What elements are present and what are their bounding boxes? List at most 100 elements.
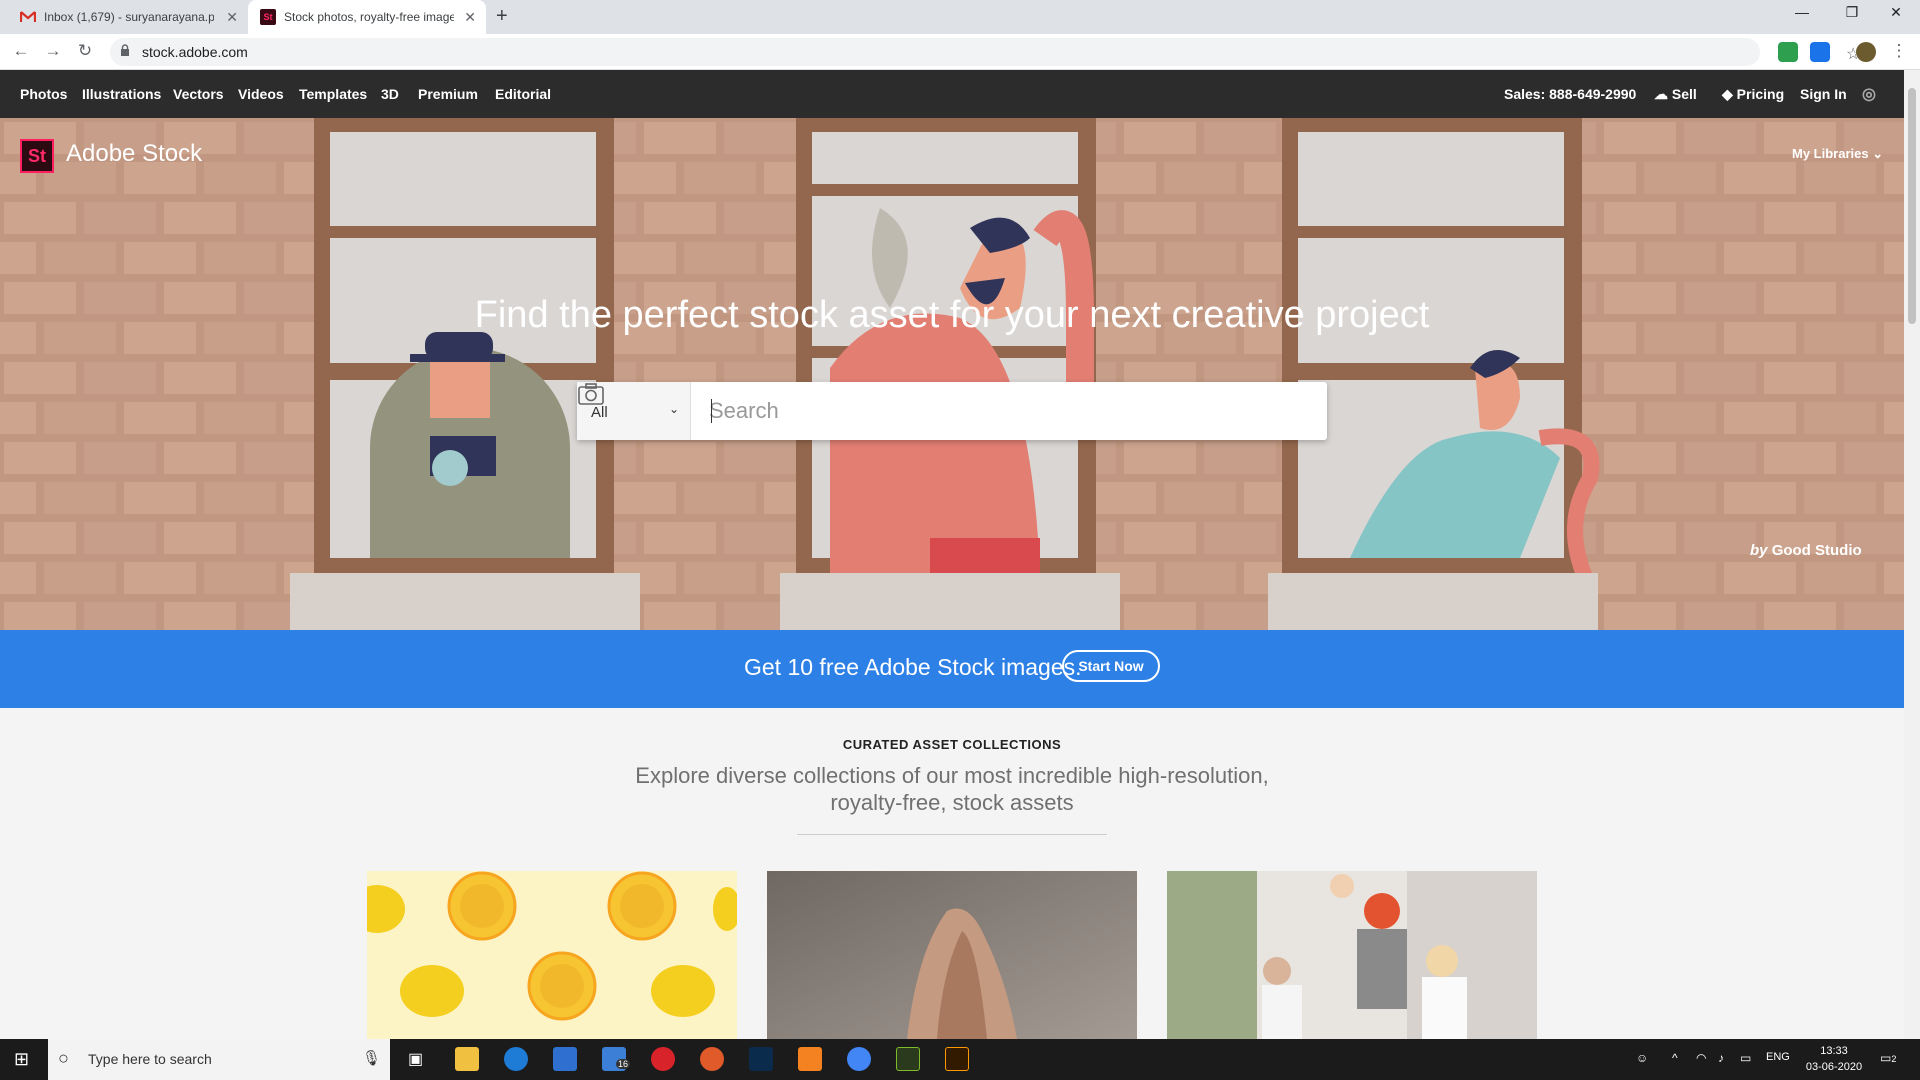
extension-new-icon[interactable] [1810,42,1830,62]
credit-by: by [1750,542,1768,559]
promo-banner: Get 10 free Adobe Stock images. Start No… [0,630,1904,708]
mail-icon[interactable]: 16 [602,1047,631,1071]
cortana-circle-icon: ○ [58,1048,69,1068]
creative-cloud-icon[interactable]: ◎ [1862,84,1876,104]
divider [797,834,1107,835]
sign-in-link[interactable]: Sign In [1800,86,1847,102]
sell-link[interactable]: ☁ Sell [1654,86,1697,103]
adobe-stock-icon: St [260,9,276,25]
nav-photos[interactable]: Photos [20,86,67,102]
close-window-icon[interactable]: ✕ [1876,4,1916,21]
opera-icon[interactable] [651,1047,675,1071]
dreamweaver-icon[interactable] [896,1047,920,1071]
family-image [1167,871,1537,1039]
taskbar-search-placeholder: Type here to search [88,1051,212,1067]
sell-label: Sell [1671,86,1697,102]
tag-icon: ◆ [1722,86,1733,102]
new-tab-icon[interactable]: + [496,5,508,28]
forward-icon[interactable]: → [42,41,64,61]
nav-vectors[interactable]: Vectors [173,86,224,102]
browser-tab-strip: Inbox (1,679) - suryanarayana.p ✕ St Sto… [0,0,1920,34]
pricing-link[interactable]: ◆ Pricing [1722,86,1784,103]
sales-phone: Sales: 888-649-2990 [1504,86,1637,102]
people-icon[interactable]: ☺ [1636,1051,1648,1065]
app-icon[interactable] [700,1047,724,1071]
windows-start-icon[interactable]: ⊞ [14,1049,29,1070]
battery-icon[interactable]: ▭ [1740,1051,1751,1065]
microphone-icon[interactable]: 🎙 [362,1049,381,1067]
edge-icon[interactable] [504,1047,528,1071]
windows-taskbar: ⊞ ○ Type here to search 🎙 ▣ 16 ☺ ^ ◠ ♪ ▭… [0,1039,1920,1080]
nav-editorial[interactable]: Editorial [495,86,551,102]
profile-avatar[interactable] [1856,42,1876,62]
taskbar-search[interactable]: ○ Type here to search 🎙 [48,1039,390,1080]
task-view-icon[interactable]: ▣ [408,1049,423,1069]
collections-eyebrow: CURATED ASSET COLLECTIONS [842,737,1062,752]
mail-badge: 16 [616,1059,631,1069]
show-hidden-icons-icon[interactable]: ^ [1672,1051,1678,1065]
my-libraries-label: My Libraries [1792,146,1869,161]
camera-icon[interactable] [577,382,605,406]
vlc-icon[interactable] [798,1047,822,1071]
extension-shield-icon[interactable] [1778,42,1798,62]
nav-videos[interactable]: Videos [238,86,284,102]
wifi-icon[interactable]: ◠ [1696,1051,1706,1065]
tab-gmail-inbox[interactable]: Inbox (1,679) - suryanarayana.p ✕ [8,0,248,34]
language-indicator[interactable]: ENG [1766,1051,1790,1063]
hero-illustration [0,118,1904,630]
nav-illustrations[interactable]: Illustrations [82,86,161,102]
tab-adobe-stock[interactable]: St Stock photos, royalty-free image ✕ [248,0,486,34]
reload-icon[interactable]: ↻ [74,41,96,61]
collection-card-hands[interactable] [767,871,1137,1039]
clock-date: 03-06-2020 [1805,1061,1863,1073]
start-now-button[interactable]: Start Now [1062,650,1160,682]
address-bar[interactable]: stock.adobe.com ☆ [110,38,1860,66]
my-libraries-menu[interactable]: My Libraries ⌄ [1792,146,1883,162]
back-icon[interactable]: ← [10,41,32,61]
search-category-value: All [591,404,608,421]
scrollbar-thumb[interactable] [1908,88,1916,324]
volume-icon[interactable]: ♪ [1718,1051,1724,1065]
credit-name: Good Studio [1771,542,1862,559]
collection-card-family[interactable] [1167,871,1537,1039]
photoshop-icon[interactable] [749,1047,773,1071]
page-scrollbar[interactable] [1904,70,1920,1039]
browser-toolbar: ← → ↻ stock.adobe.com ☆ ⋮ [0,34,1920,70]
tab-title: Stock photos, royalty-free image [284,10,454,24]
notification-count: 2 [1891,1054,1897,1064]
tab-close-icon[interactable]: ✕ [226,9,238,26]
text-caret [711,399,712,423]
gmail-icon [20,9,36,25]
search-bar: All ⌄ [577,382,1327,440]
tab-close-icon[interactable]: ✕ [464,9,476,26]
illustrator-icon[interactable] [945,1047,969,1071]
nav-templates[interactable]: Templates [299,86,367,102]
search-input[interactable] [693,382,1253,440]
illustration-credit[interactable]: by Good Studio [1750,542,1862,559]
lemons-image [367,871,737,1039]
minimize-icon[interactable]: — [1782,4,1822,20]
upload-cloud-icon: ☁ [1654,86,1668,102]
nav-premium[interactable]: Premium [418,86,478,102]
tab-title: Inbox (1,679) - suryanarayana.p [44,10,214,24]
file-explorer-icon[interactable] [455,1047,479,1071]
action-center-icon[interactable]: ▭2 [1880,1051,1896,1065]
chevron-down-icon: ⌄ [669,402,680,416]
adobe-stock-logo-text[interactable]: Adobe Stock [66,140,202,168]
chevron-down-icon: ⌄ [1872,146,1884,161]
promo-text: Get 10 free Adobe Stock images. [744,654,1082,680]
collections-subtitle: Explore diverse collections of our most … [635,763,1269,815]
adobe-stock-logo-icon[interactable]: St [20,139,54,173]
nav-3d[interactable]: 3D [381,86,399,102]
site-nav-bar: Photos Illustrations Vectors Videos Temp… [0,70,1904,118]
store-icon[interactable] [553,1047,577,1071]
chrome-icon[interactable] [847,1047,871,1071]
hands-image [767,871,1137,1039]
browser-menu-icon[interactable]: ⋮ [1888,41,1910,61]
url-text: stock.adobe.com [142,44,248,60]
hero-banner: St Adobe Stock My Libraries ⌄ Find the p… [0,118,1904,630]
clock-time: 13:33 [1820,1045,1848,1057]
restore-icon[interactable]: ❐ [1832,4,1872,21]
collection-card-lemons[interactable] [367,871,737,1039]
clock[interactable]: 13:33 03-06-2020 [1804,1043,1864,1075]
